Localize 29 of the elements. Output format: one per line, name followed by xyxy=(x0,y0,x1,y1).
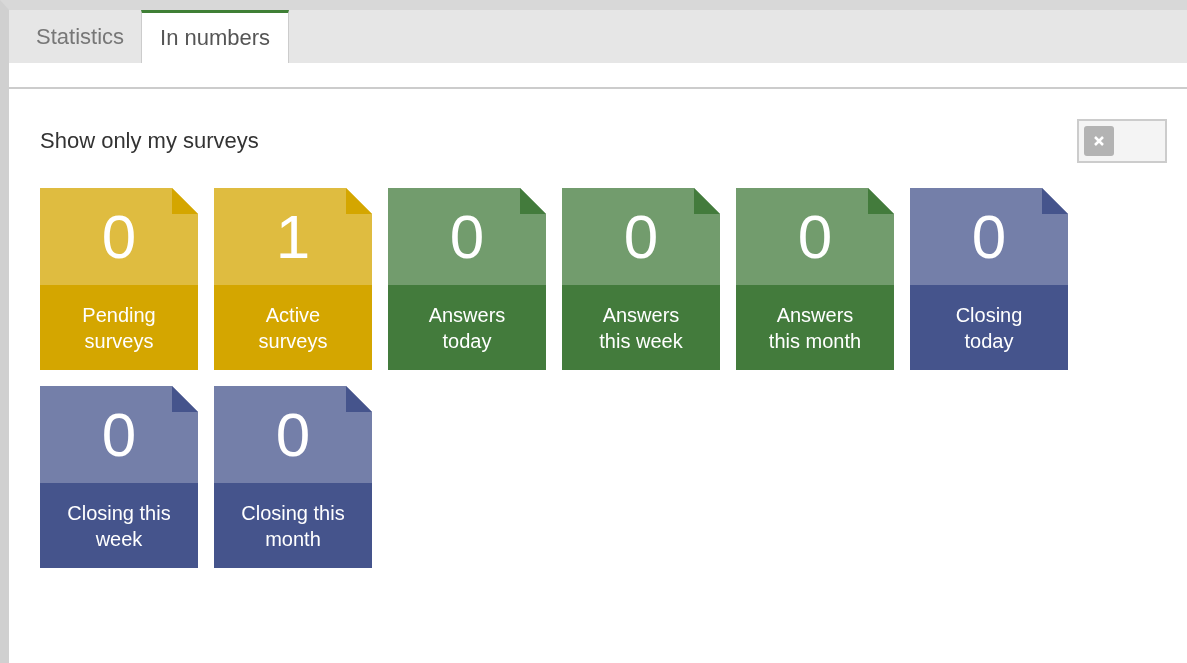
folded-corner-icon xyxy=(520,188,546,214)
tab[interactable]: Statistics xyxy=(19,10,142,63)
close-icon xyxy=(1093,135,1105,147)
tile-value: 0 xyxy=(736,188,894,285)
folded-corner-icon xyxy=(1042,188,1068,214)
tile-value: 0 xyxy=(910,188,1068,285)
tile-value: 0 xyxy=(40,386,198,483)
tile-label: Closing this week xyxy=(40,483,198,568)
folded-corner-icon xyxy=(346,188,372,214)
folded-corner-icon xyxy=(172,188,198,214)
tile-label: Active surveys xyxy=(214,285,372,370)
tile-value: 1 xyxy=(214,188,372,285)
folded-corner-icon xyxy=(172,386,198,412)
filter-label: Show only my surveys xyxy=(40,128,259,154)
tab[interactable]: In numbers xyxy=(141,10,290,63)
folded-corner-icon xyxy=(694,188,720,214)
tile-value: 0 xyxy=(40,188,198,285)
toggle-switch[interactable] xyxy=(1077,119,1167,163)
tile-value: 0 xyxy=(214,386,372,483)
tile-label: Answers this month xyxy=(736,285,894,370)
folded-corner-icon xyxy=(868,188,894,214)
tile-value: 0 xyxy=(562,188,720,285)
tile-label: Closing this month xyxy=(214,483,372,568)
tile-label: Closing today xyxy=(910,285,1068,370)
tile-value: 0 xyxy=(388,188,546,285)
tile-label: Answers this week xyxy=(562,285,720,370)
folded-corner-icon xyxy=(346,386,372,412)
tile-label: Answers today xyxy=(388,285,546,370)
tile-label: Pending surveys xyxy=(40,285,198,370)
